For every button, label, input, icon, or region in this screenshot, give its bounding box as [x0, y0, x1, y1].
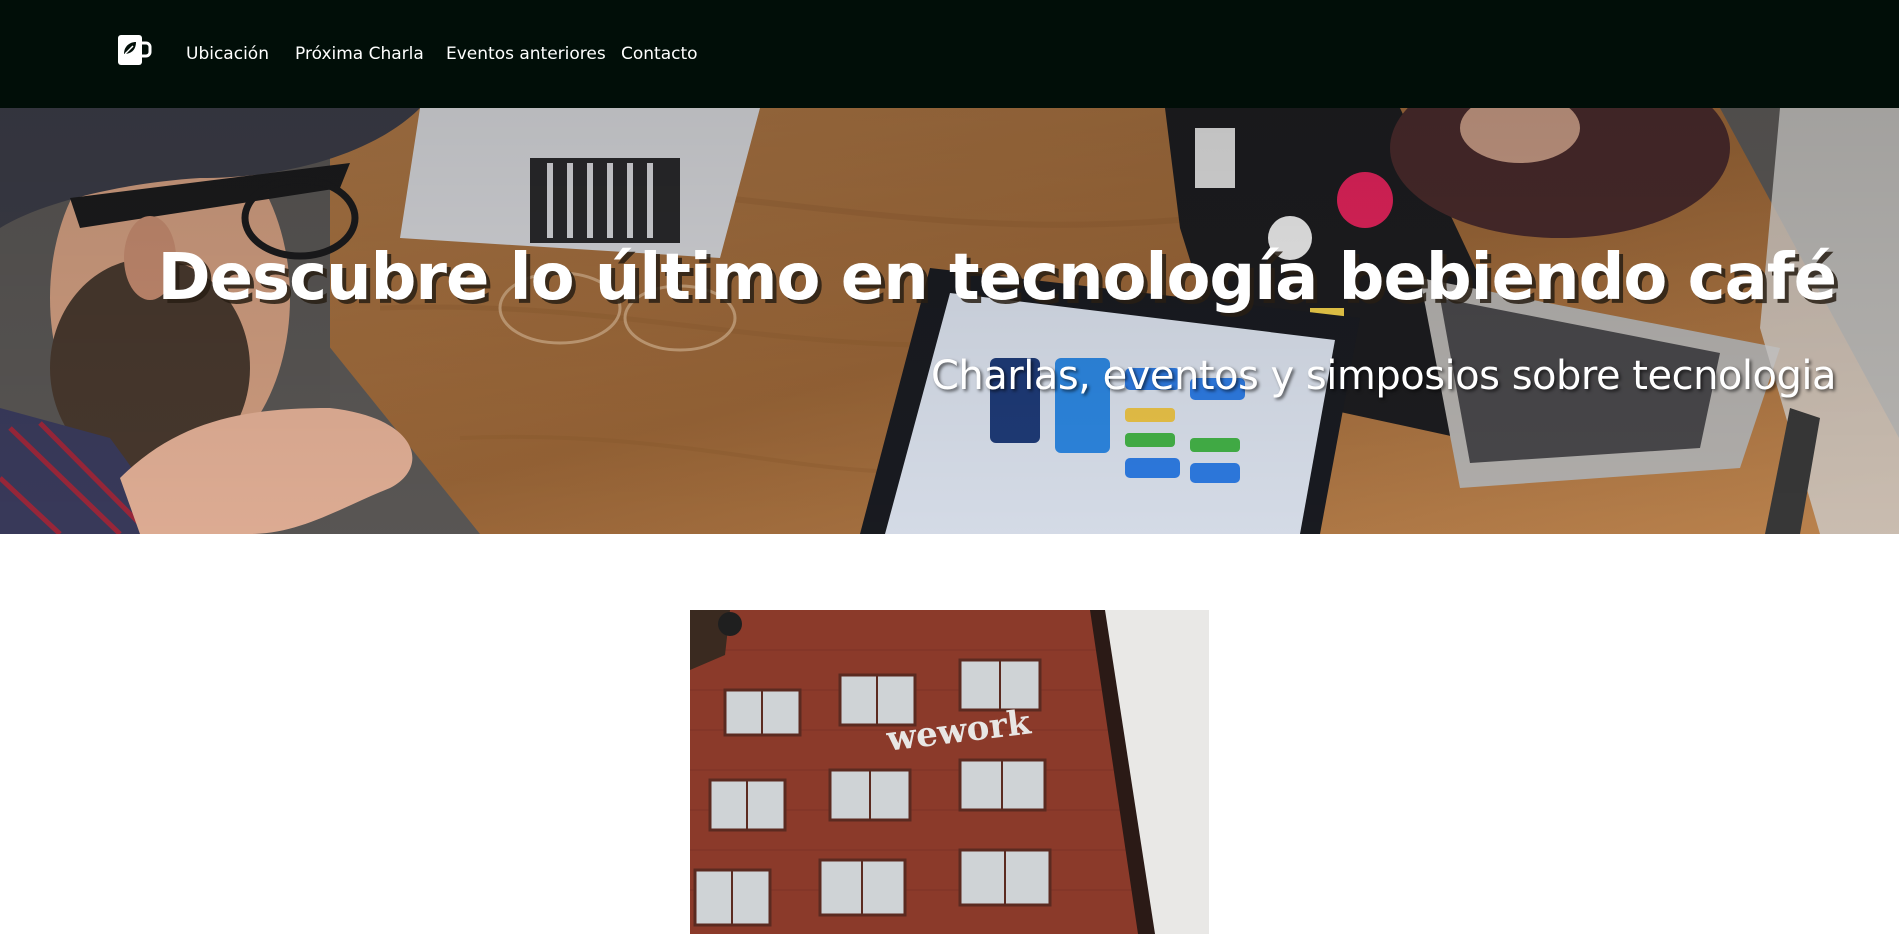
- coffee-mug-leaf-icon[interactable]: [116, 32, 152, 68]
- nav-link-eventos-anteriores[interactable]: Eventos anteriores: [446, 43, 606, 65]
- location-building-image: wework: [690, 610, 1209, 934]
- nav-link-proxima-charla[interactable]: Próxima Charla: [295, 43, 424, 65]
- hero-title: Descubre lo último en tecnología bebiend…: [157, 241, 1837, 315]
- nav-link-ubicacion[interactable]: Ubicación: [186, 43, 269, 65]
- hero-banner: Descubre lo último en tecnología bebiend…: [0, 108, 1899, 534]
- top-navbar: Ubicación Próxima Charla Eventos anterio…: [0, 0, 1899, 108]
- hero-subtitle: Charlas, eventos y simposios sobre tecno…: [930, 353, 1837, 399]
- wework-building-photo: wework: [690, 610, 1209, 934]
- nav-link-contacto[interactable]: Contacto: [621, 43, 698, 65]
- hero-background-image: [0, 108, 1899, 534]
